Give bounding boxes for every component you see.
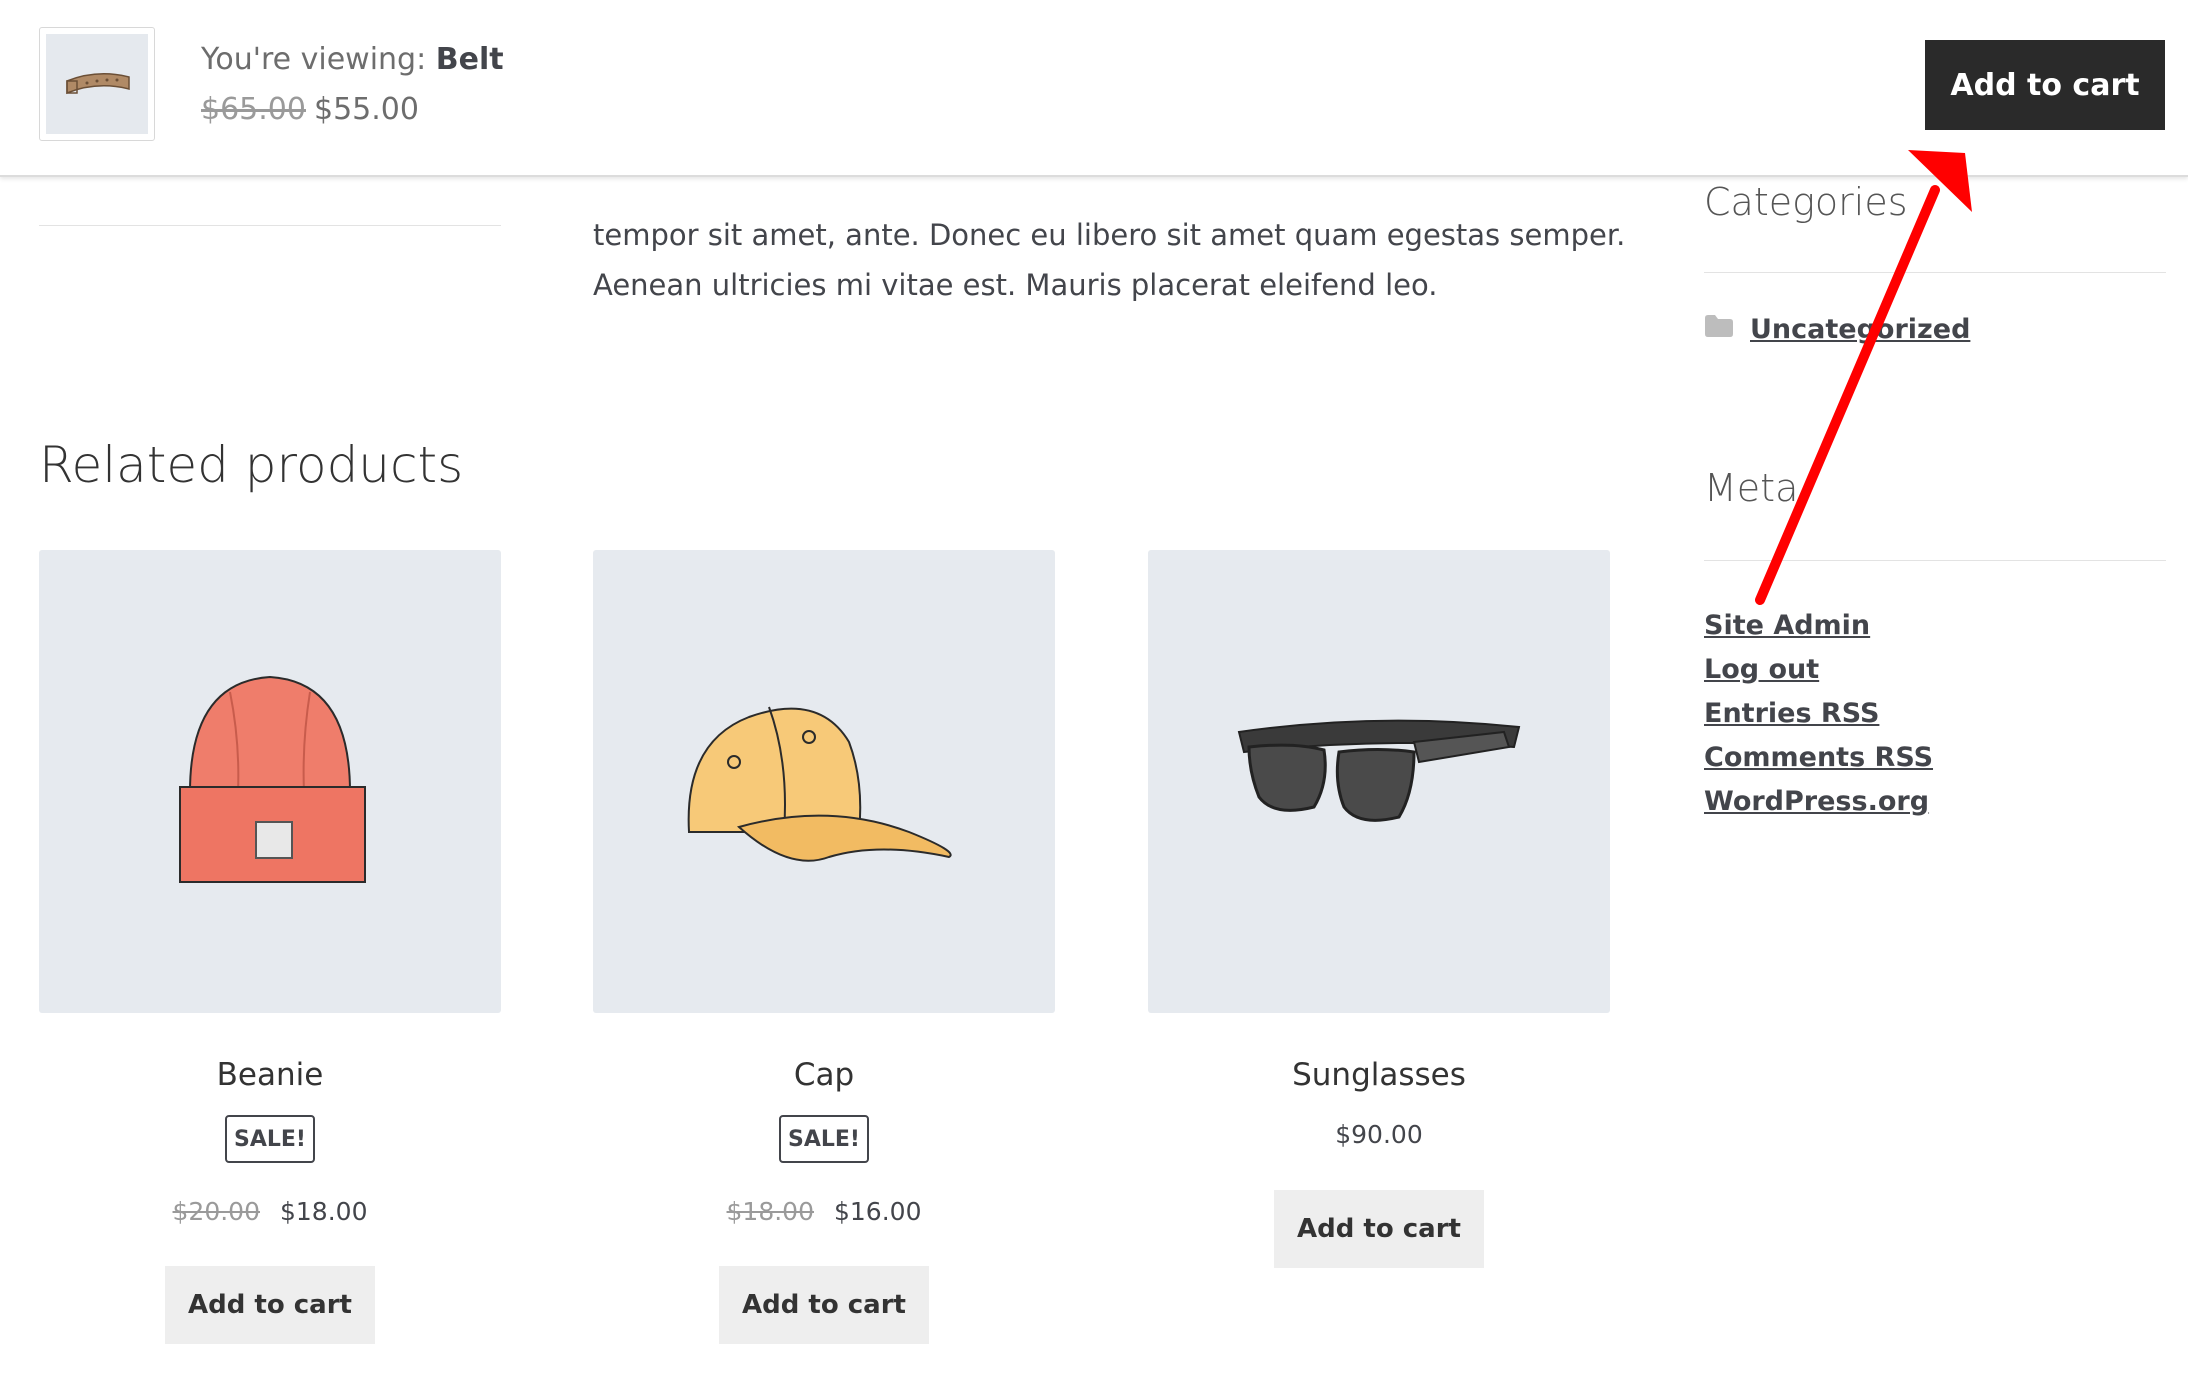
meta-link-comments-rss[interactable]: Comments RSS bbox=[1704, 742, 1933, 773]
viewing-product-name: Belt bbox=[435, 42, 504, 77]
product-name[interactable]: Sunglasses bbox=[1148, 1057, 1610, 1093]
meta-link-entries-rss[interactable]: Entries RSS bbox=[1704, 698, 1879, 729]
divider bbox=[1704, 560, 2166, 561]
sticky-price: $65.00 $55.00 bbox=[201, 92, 419, 127]
product-name[interactable]: Beanie bbox=[39, 1057, 501, 1093]
add-to-cart-button[interactable]: Add to cart bbox=[165, 1266, 375, 1344]
divider bbox=[1704, 272, 2166, 273]
product-card-cap: Cap SALE! $18.00 $16.00 Add to cart bbox=[593, 550, 1055, 1344]
meta-links-list: Site Admin Log out Entries RSS Comments … bbox=[1704, 604, 1933, 824]
categories-widget-title: Categories bbox=[1704, 180, 1908, 224]
divider bbox=[39, 225, 501, 226]
product-price: $90.00 bbox=[1148, 1120, 1610, 1149]
viewing-label: You're viewing: Belt bbox=[201, 42, 504, 77]
sale-badge: SALE! bbox=[779, 1115, 869, 1163]
product-name[interactable]: Cap bbox=[593, 1057, 1055, 1093]
sticky-add-to-cart-bar: You're viewing: Belt $65.00 $55.00 Add to… bbox=[0, 0, 2188, 177]
sunglasses-image[interactable] bbox=[1148, 550, 1610, 1013]
product-price: $18.00 $16.00 bbox=[593, 1197, 1055, 1226]
product-description: tempor sit amet, ante. Donec eu libero s… bbox=[593, 210, 1626, 310]
related-products-title: Related products bbox=[39, 436, 464, 494]
belt-image bbox=[46, 34, 148, 134]
meta-link-site-admin[interactable]: Site Admin bbox=[1704, 610, 1870, 641]
sale-badge: SALE! bbox=[225, 1115, 315, 1163]
description-line: tempor sit amet, ante. Donec eu libero s… bbox=[593, 218, 1626, 252]
sticky-add-to-cart-button[interactable]: Add to cart bbox=[1925, 40, 2165, 130]
product-old-price: $20.00 bbox=[172, 1197, 260, 1226]
meta-link-item: Log out bbox=[1704, 648, 1933, 692]
product-card-sunglasses: Sunglasses $90.00 Add to cart bbox=[1148, 550, 1610, 1268]
meta-link-item: Comments RSS bbox=[1704, 736, 1933, 780]
sticky-old-price: $65.00 bbox=[201, 92, 306, 127]
sticky-current-price: $55.00 bbox=[313, 92, 419, 127]
product-old-price: $18.00 bbox=[726, 1197, 814, 1226]
meta-link-item: Site Admin bbox=[1704, 604, 1933, 648]
product-price: $20.00 $18.00 bbox=[39, 1197, 501, 1226]
belt-thumbnail[interactable] bbox=[39, 27, 155, 141]
add-to-cart-button[interactable]: Add to cart bbox=[719, 1266, 929, 1344]
product-current-price: $18.00 bbox=[280, 1197, 368, 1226]
product-current-price: $16.00 bbox=[834, 1197, 922, 1226]
meta-link-log-out[interactable]: Log out bbox=[1704, 654, 1819, 685]
meta-link-item: Entries RSS bbox=[1704, 692, 1933, 736]
product-card-beanie: Beanie SALE! $20.00 $18.00 Add to cart bbox=[39, 550, 501, 1344]
description-line: Aenean ultricies mi vitae est. Mauris pl… bbox=[593, 268, 1438, 302]
viewing-prefix: You're viewing: bbox=[201, 42, 427, 77]
beanie-image[interactable] bbox=[39, 550, 501, 1013]
add-to-cart-button[interactable]: Add to cart bbox=[1274, 1190, 1484, 1268]
meta-link-wordpress-org[interactable]: WordPress.org bbox=[1704, 786, 1929, 817]
folder-icon bbox=[1704, 314, 1734, 345]
product-current-price: $90.00 bbox=[1335, 1120, 1423, 1149]
category-item: Uncategorized bbox=[1704, 314, 1970, 345]
meta-widget-title: Meta bbox=[1704, 466, 1799, 510]
meta-link-item: WordPress.org bbox=[1704, 780, 1933, 824]
category-link-uncategorized[interactable]: Uncategorized bbox=[1750, 314, 1970, 345]
cap-image[interactable] bbox=[593, 550, 1055, 1013]
